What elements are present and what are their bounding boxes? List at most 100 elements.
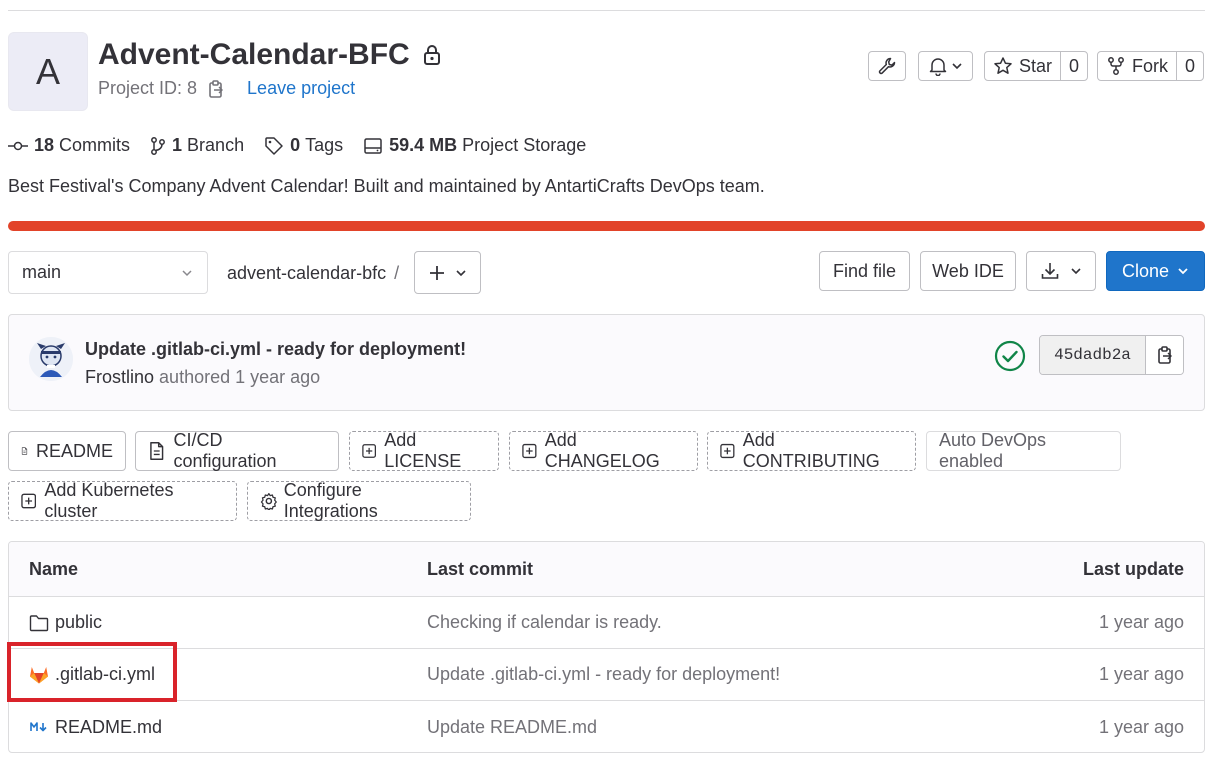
file-last-commit[interactable]: Update .gitlab-ci.yml - ready for deploy… [427,649,780,700]
add-changelog-button[interactable]: Add CHANGELOG [509,430,698,471]
file-table-header: Name Last commit Last update [9,542,1204,597]
header-last-commit: Last commit [427,558,534,579]
add-contributing-label: Add CONTRIBUTING [742,430,880,471]
last-commit-card: Update .gitlab-ci.yml - ready for deploy… [8,314,1205,411]
web-ide-button[interactable]: Web IDE [920,251,1016,291]
file-last-update: 1 year ago [1098,716,1184,737]
file-name-cell[interactable]: public [29,597,102,648]
header-last-update: Last update [1082,558,1184,579]
plus-square-icon [522,443,537,459]
branches-stat[interactable]: 1 Branch [150,135,244,156]
file-name[interactable]: README.md [55,717,162,738]
copy-icon [1157,346,1172,364]
commit-time: 1 year ago [235,367,321,387]
fork-icon [1108,57,1124,75]
lock-icon [423,45,440,65]
file-table: Name Last commit Last update public Chec… [8,541,1205,753]
document-icon [150,442,164,460]
star-count[interactable]: 0 [1060,52,1087,80]
bell-icon [929,58,947,76]
branch-dropdown[interactable]: main [8,251,208,294]
project-stats: 18 Commits 1 Branch 0 Tags 59.4 MB Proje… [8,135,606,156]
fork-button-group[interactable]: Fork 0 [1097,51,1205,81]
file-last-commit[interactable]: Update README.md [427,701,597,752]
project-title-row: Advent-Calendar-BFC [98,38,442,72]
breadcrumb-separator: / [394,263,400,283]
file-name[interactable]: public [55,612,102,633]
top-divider [8,10,1205,11]
commit-icon [8,141,28,150]
commit-authored-text: authored [159,367,231,387]
branch-name: main [22,262,62,282]
chevron-down-icon [1178,268,1188,275]
file-name-cell[interactable]: README.md [29,701,162,752]
wrench-icon [878,57,896,75]
avatar[interactable] [29,337,73,381]
add-kubernetes-label: Add Kubernetes cluster [44,480,174,521]
commits-count: 18 [34,135,55,155]
settings-button[interactable] [868,51,906,81]
project-title: Advent-Calendar-BFC [98,38,410,71]
table-row[interactable]: README.md Update README.md 1 year ago [9,701,1204,752]
commit-title[interactable]: Update .gitlab-ci.yml - ready for deploy… [85,339,466,360]
chevron-down-icon [455,269,466,276]
commit-sha[interactable]: 45dadb2a [1040,336,1145,374]
download-button[interactable] [1026,251,1096,291]
file-last-commit[interactable]: Checking if calendar is ready. [427,597,662,648]
storage-stat[interactable]: 59.4 MB Project Storage [363,135,586,156]
add-changelog-label: Add CHANGELOG [544,430,660,471]
download-icon [1041,263,1059,279]
commit-author[interactable]: Frostlino [85,367,154,387]
auto-devops-button[interactable]: Auto DevOps enabled [926,430,1121,471]
language-bar [8,221,1205,231]
breadcrumb-root[interactable]: advent-calendar-bfc [227,263,386,283]
add-kubernetes-button[interactable]: Add Kubernetes cluster [8,480,237,521]
commit-sha-group: 45dadb2a [1039,335,1184,375]
storage-label: Project Storage [462,135,587,155]
markdown-icon [30,722,47,732]
copy-sha-button[interactable] [1145,336,1183,374]
project-id: Project ID: 8 [98,78,198,98]
clone-button[interactable]: Clone [1106,251,1205,291]
folder-icon [29,614,49,631]
commits-stat[interactable]: 18 Commits [8,135,130,156]
add-license-button[interactable]: Add LICENSE [349,430,499,471]
star-button-group[interactable]: Star 0 [984,51,1089,81]
gear-icon [260,492,277,510]
fork-button[interactable]: Fork [1098,52,1176,80]
leave-project-link[interactable]: Leave project [247,78,355,99]
add-contributing-button[interactable]: Add CONTRIBUTING [707,430,916,471]
pipeline-success-icon[interactable] [993,339,1027,373]
chevron-down-icon [952,63,962,70]
tag-icon [265,136,283,155]
author-avatar-image [29,337,73,381]
tags-count: 0 [290,135,301,155]
file-name-cell[interactable]: .gitlab-ci.yml [29,649,155,700]
add-license-label: Add LICENSE [384,430,462,471]
notifications-button[interactable] [918,51,973,81]
star-icon [994,57,1012,74]
project-subrow: Project ID: 8 Leave project [98,78,355,99]
commits-label: Commits [59,135,131,155]
configure-integrations-button[interactable]: Configure Integrations [247,480,471,521]
readme-button[interactable]: README [8,431,126,471]
find-file-button[interactable]: Find file [819,251,910,291]
star-button[interactable]: Star [985,52,1060,80]
table-row[interactable]: .gitlab-ci.yml Update .gitlab-ci.yml - r… [9,649,1204,701]
chevron-down-icon [182,269,192,276]
chevron-down-icon [1071,268,1081,275]
fork-count[interactable]: 0 [1176,52,1203,80]
fork-label: Fork [1132,55,1168,76]
project-avatar: A [8,32,88,111]
table-row[interactable]: public Checking if calendar is ready. 1 … [9,597,1204,649]
branches-label: Branch [187,135,245,155]
branch-icon [151,136,165,155]
commit-meta: Frostlino authored 1 year ago [85,367,320,388]
document-icon [21,447,28,455]
add-menu-button[interactable] [414,251,481,294]
copy-id-icon[interactable] [207,79,225,99]
cicd-config-button[interactable]: CI/CD configuration [135,430,339,471]
storage-size: 59.4 MB [389,135,458,155]
tags-stat[interactable]: 0 Tags [264,135,343,156]
file-name[interactable]: .gitlab-ci.yml [55,664,155,685]
